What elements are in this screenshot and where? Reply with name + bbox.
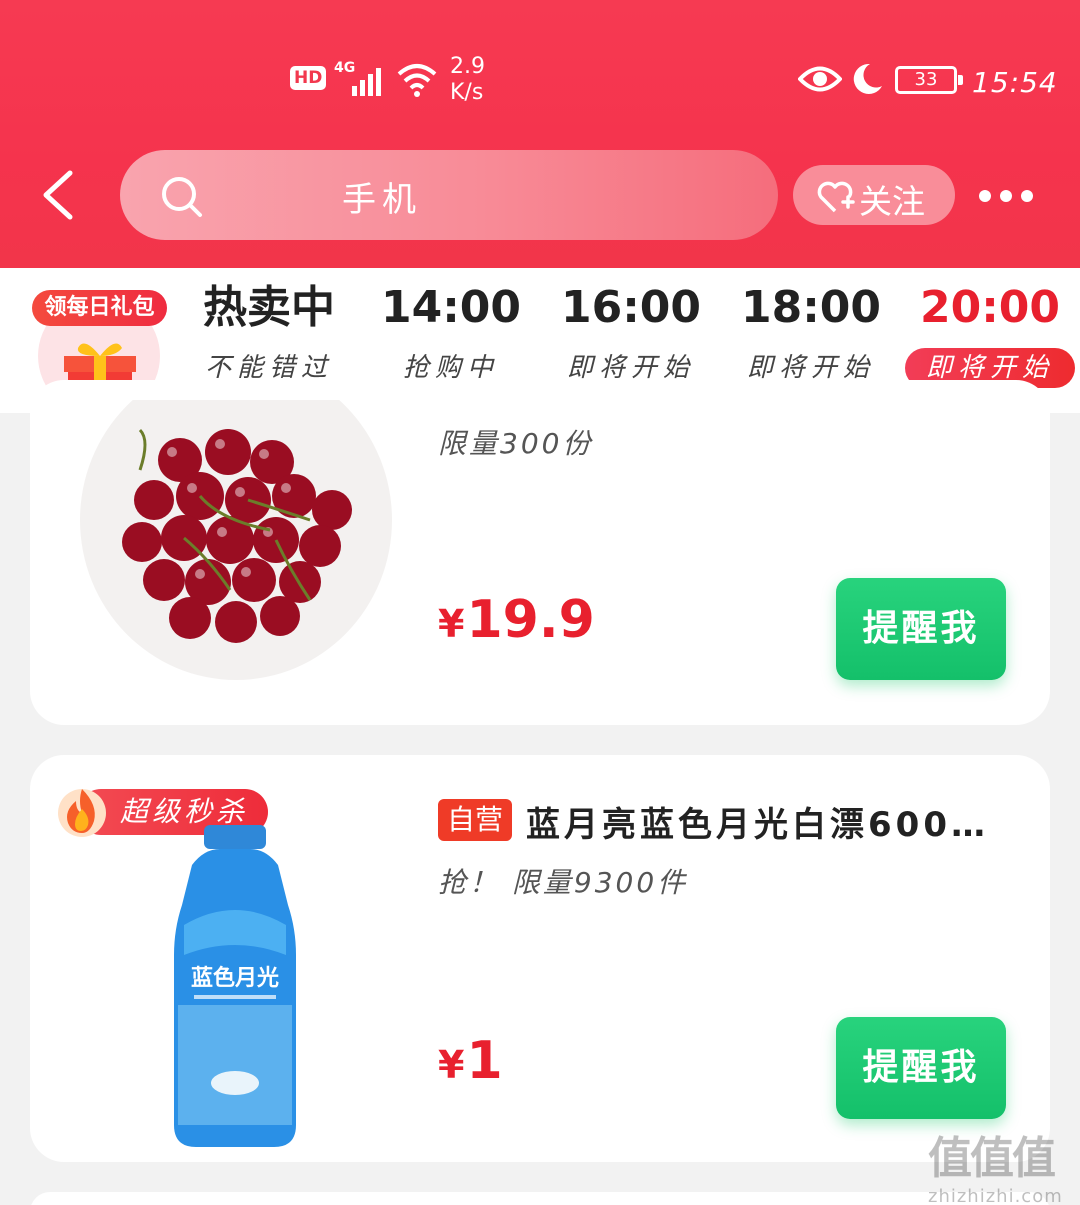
app-screen: HD 4G 2.9 K/s 33 15:54 手机 关注 领每日礼包 热卖中 不… [0,0,1080,1205]
battery-icon: 33 [895,66,963,94]
detergent-bottle-image: 蓝色月光 [174,825,296,1147]
watermark-url: zhizhizhi.com [928,1186,1063,1205]
price: ¥1 [438,1031,503,1091]
signal-icon [352,68,381,96]
currency-symbol: ¥ [438,1043,465,1087]
tab-time: 18:00 [740,282,882,333]
clock: 15:54 [972,66,1058,99]
moon-icon [853,63,882,94]
wifi-icon [397,64,437,97]
price: ¥19.9 [438,590,595,650]
battery-level: 33 [914,69,938,90]
product-card[interactable] [30,1192,1050,1205]
heart-plus-icon [817,181,855,213]
tab-time: 14:00 [380,282,522,333]
product-card[interactable]: 限量300份 ¥19.9 提醒我 [30,380,1050,725]
hd-indicator: HD [290,66,327,90]
watermark: 值值值 zhizhizhi.com [928,1122,1074,1205]
tab-time: 16:00 [560,282,702,333]
price-value: 19.9 [466,590,595,650]
follow-label: 关注 [859,182,925,221]
limit-text: 抢！ 限量9300件 [438,866,689,899]
eye-comfort-icon [798,66,842,92]
status-bar: HD 4G 2.9 K/s 33 15:54 [0,52,1080,112]
remind-me-button[interactable]: 提醒我 [836,1017,1006,1119]
daily-gift-label: 领每日礼包 [32,290,167,326]
product-card[interactable]: 超级秒杀 蓝色月光 自营 蓝月亮蓝色月光白漂600… 抢！ 限量9300件 ¥1… [30,755,1050,1162]
header: HD 4G 2.9 K/s 33 15:54 手机 关注 [0,0,1080,268]
search-input[interactable]: 手机 [120,150,778,240]
remind-me-button[interactable]: 提醒我 [836,578,1006,680]
limit-text: 限量300份 [438,427,594,460]
product-title[interactable]: 蓝月亮蓝色月光白漂600… [526,797,989,846]
price-value: 1 [466,1031,503,1091]
network-speed: 2.9 K/s [450,54,485,105]
tab-time: 热卖中 [203,282,335,333]
back-arrow-icon[interactable] [40,170,76,220]
search-icon [162,177,202,217]
currency-symbol: ¥ [438,602,465,646]
tab-time: 20:00 [919,282,1061,333]
search-value: 手机 [342,180,422,220]
watermark-logo: 值值值 [928,1133,1056,1184]
follow-button[interactable]: 关注 [793,165,955,225]
cherries-image [80,400,392,680]
flame-icon [58,789,106,837]
self-operated-tag: 自营 [438,799,512,841]
more-dots-icon[interactable] [975,180,1037,210]
bottle-brand-text: 蓝色月光 [191,965,279,991]
